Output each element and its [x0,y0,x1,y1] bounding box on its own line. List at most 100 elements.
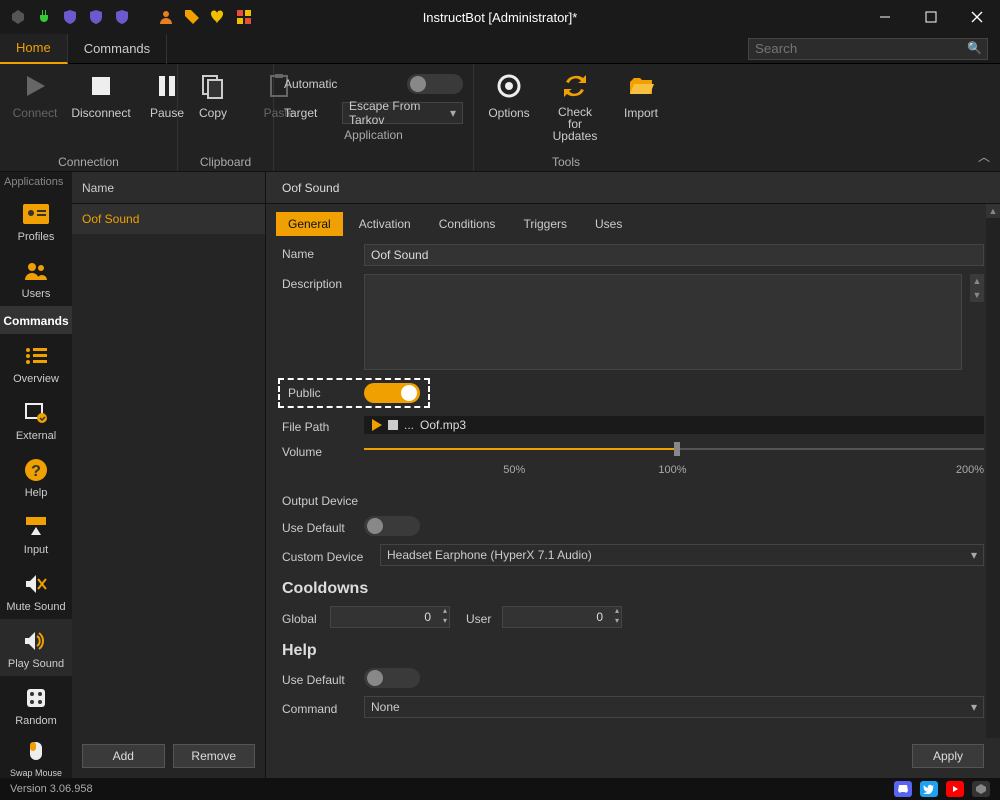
id-card-icon [22,200,50,228]
public-highlight: Public [278,378,430,408]
options-button[interactable]: Options [484,70,534,120]
sidebar-item-overview[interactable]: Overview [0,334,72,391]
twitter-icon[interactable] [920,781,938,797]
plug-icon[interactable] [36,9,52,25]
tick-50: 50% [503,464,525,476]
description-input[interactable] [364,274,962,370]
check-updates-label: Check for Updates [550,106,600,142]
sidebar-item-users[interactable]: Users [0,249,72,306]
search-input[interactable] [748,38,988,60]
user-input[interactable]: 0 [502,606,622,628]
usedefault-toggle[interactable] [364,516,420,536]
disconnect-button[interactable]: Disconnect [76,70,126,120]
speaker-icon [22,627,50,655]
stop-icon[interactable] [388,420,398,430]
heart-icon[interactable] [210,9,226,25]
maximize-button[interactable] [908,0,954,34]
command-item[interactable]: Oof Sound [72,204,265,234]
name-input[interactable] [364,244,984,266]
global-label: Global [282,609,322,626]
volume-slider[interactable]: 0 50% 100% . 200% [364,442,984,476]
youtube-icon[interactable] [946,781,964,797]
mouse-icon [22,737,50,765]
external-icon [22,399,50,427]
detail-panel: Oof Sound General Activation Conditions … [266,172,1000,778]
tick-200: 200% [956,464,984,476]
detail-tabs: General Activation Conditions Triggers U… [266,204,1000,236]
detail-scrollbar[interactable]: ▲ [986,204,1000,738]
sidebar-item-commands[interactable]: Commands [0,306,72,334]
tab-conditions[interactable]: Conditions [427,212,508,236]
copy-label: Copy [199,106,227,120]
sidebar-item-swap-mouse[interactable]: Swap Mouse Button [0,733,72,778]
dice-icon [22,684,50,712]
status-bar: Version 3.06.958 [0,778,1000,800]
sidebar-item-mute-sound[interactable]: Mute Sound [0,562,72,619]
top-tabs: Home Commands 🔍 [0,34,1000,64]
sidebar-item-random[interactable]: Random [0,676,72,733]
help-usedefault-toggle[interactable] [364,668,420,688]
play-icon[interactable] [372,419,382,431]
sidebar-section-label: Applications [0,172,72,192]
svg-text:?: ? [31,463,41,480]
name-label: Name [282,244,356,261]
sidebar-item-input[interactable]: Input [0,505,72,562]
target-select[interactable]: Escape From Tarkov [342,102,463,124]
help-usedefault-label: Use Default [282,670,356,687]
description-scrollbar[interactable]: ▲▼ [970,274,984,302]
customdev-select[interactable]: Headset Earphone (HyperX 7.1 Audio) [380,544,984,566]
sidebar-item-profiles[interactable]: Profiles [0,192,72,249]
apply-button[interactable]: Apply [912,744,984,768]
ribbon-collapse-button[interactable]: ︿ [978,148,990,165]
volume-label: Volume [282,442,356,459]
command-list-header: Name [72,172,265,204]
close-button[interactable] [954,0,1000,34]
connect-button[interactable]: Connect [10,70,60,120]
filepath-label: File Path [282,417,356,434]
minimize-button[interactable] [862,0,908,34]
disconnect-label: Disconnect [71,106,130,120]
sidebar-item-external[interactable]: External [0,391,72,448]
sidebar-item-help[interactable]: ? Help [0,448,72,505]
import-label: Import [624,106,658,120]
filepath-browse[interactable]: ... [404,418,414,432]
tag-icon[interactable] [184,9,200,25]
command-select[interactable]: None [364,696,984,718]
version-label: Version 3.06.958 [10,783,93,795]
tab-activation[interactable]: Activation [347,212,423,236]
tab-general[interactable]: General [276,212,343,236]
remove-button[interactable]: Remove [173,744,256,768]
tab-commands[interactable]: Commands [68,34,167,64]
tab-triggers[interactable]: Triggers [511,212,579,236]
cooldowns-header: Cooldowns [282,580,984,598]
automatic-toggle[interactable] [407,74,463,94]
shield-icon-2[interactable] [88,9,104,25]
shield-icon-1[interactable] [62,9,78,25]
shield-icon-3[interactable] [114,9,130,25]
options-label: Options [488,106,529,120]
target-label: Target [284,106,334,120]
status-app-icon[interactable] [972,781,990,797]
sidebar-item-play-sound[interactable]: Play Sound [0,619,72,676]
import-button[interactable]: Import [616,70,666,120]
discord-icon[interactable] [894,781,912,797]
group-connection-label: Connection [10,151,167,169]
group-tools-label: Tools [484,151,648,169]
mute-icon [22,570,50,598]
search-icon[interactable]: 🔍 [967,41,982,55]
user-icon[interactable] [158,9,174,25]
add-button[interactable]: Add [82,744,165,768]
public-label: Public [288,386,344,400]
ribbon: Connect Disconnect Pause Connection Copy… [0,64,1000,172]
tab-home[interactable]: Home [0,34,68,64]
automatic-label: Automatic [284,77,344,91]
tab-uses[interactable]: Uses [583,212,634,236]
global-input[interactable]: 0 [330,606,450,628]
description-label: Description [282,274,356,291]
check-updates-button[interactable]: Check for Updates [550,70,600,142]
public-toggle[interactable] [364,383,420,403]
input-icon [22,513,50,541]
copy-button[interactable]: Copy [188,70,238,120]
usedefault-label: Use Default [282,518,356,535]
grid-icon[interactable] [236,9,252,25]
